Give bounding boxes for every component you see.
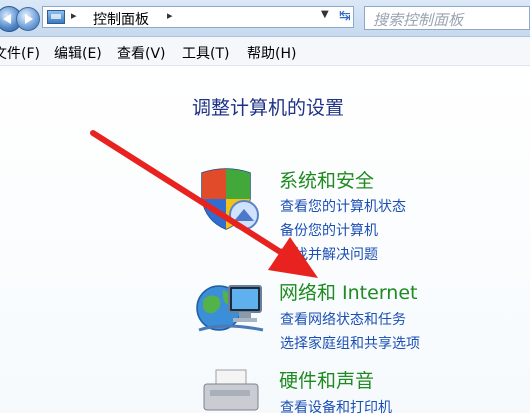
red-arrow-annotation [90, 130, 318, 278]
